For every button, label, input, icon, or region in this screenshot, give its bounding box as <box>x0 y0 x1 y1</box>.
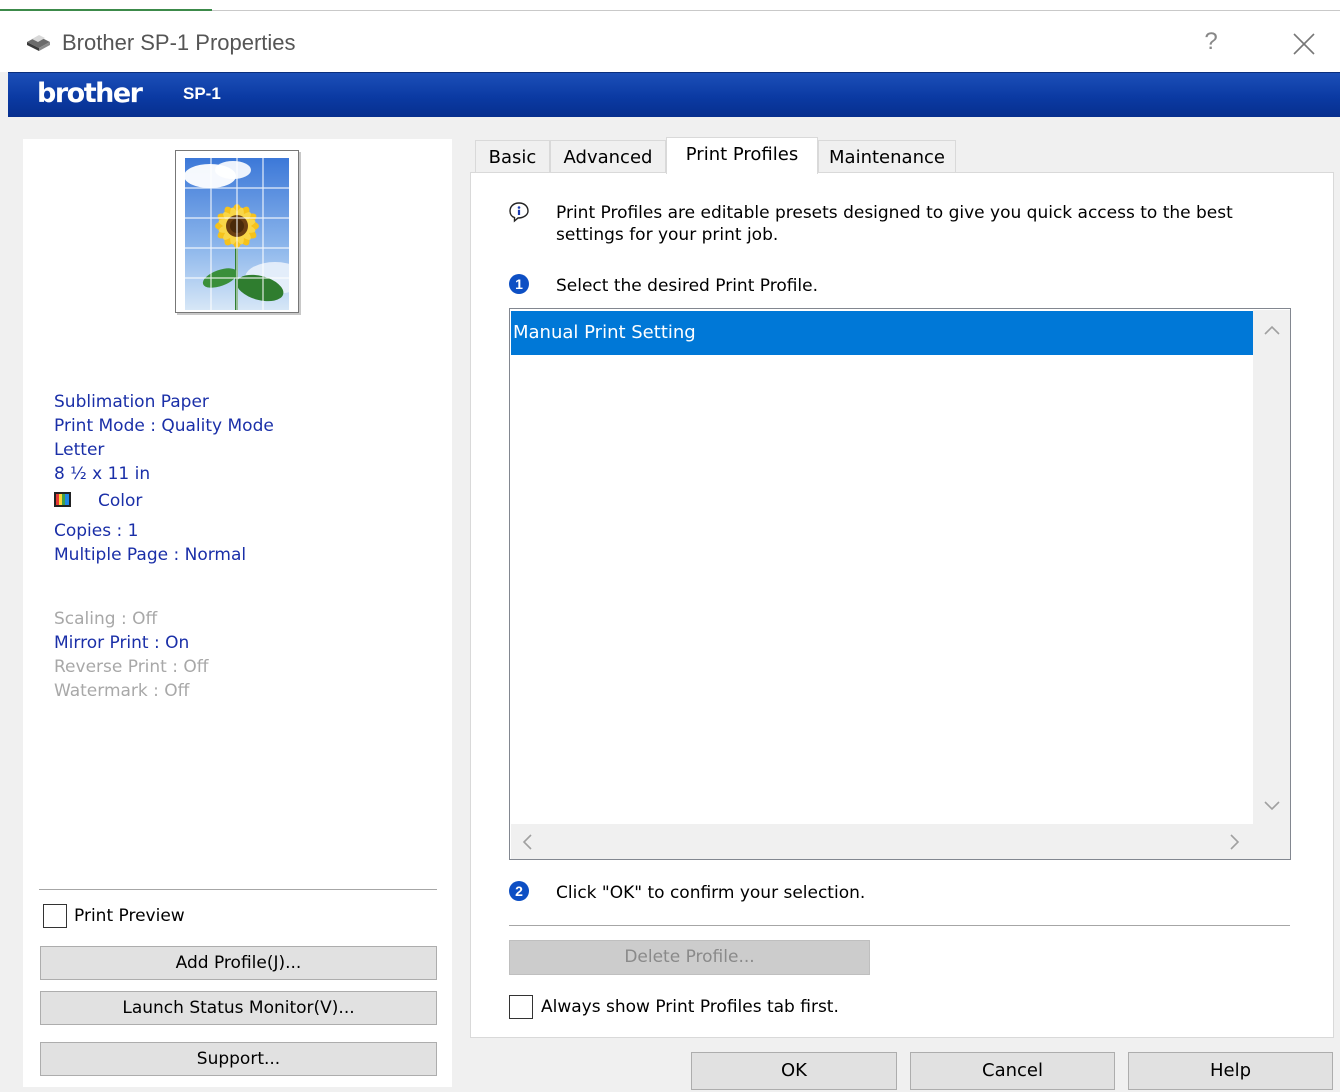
info-icon <box>509 202 529 223</box>
step-1-icon: 1 <box>509 274 529 294</box>
scroll-up-icon[interactable] <box>1263 324 1281 336</box>
help-button[interactable]: Help <box>1128 1052 1333 1090</box>
brother-logo: brother <box>37 78 143 109</box>
help-icon[interactable]: ? <box>1198 28 1224 58</box>
multiple-page: Multiple Page : Normal <box>54 545 247 565</box>
paper-size: Letter <box>54 440 105 460</box>
profile-list[interactable] <box>509 308 1291 860</box>
vertical-scrollbar[interactable] <box>1253 310 1290 824</box>
tab-advanced[interactable]: Advanced <box>550 140 666 173</box>
profiles-divider <box>509 925 1290 926</box>
color-mode-icon <box>54 492 71 507</box>
svg-text:2: 2 <box>515 883 523 899</box>
page-preview <box>175 150 299 313</box>
model-name: SP-1 <box>183 84 221 103</box>
tab-basic[interactable]: Basic <box>475 140 550 173</box>
scroll-left-icon[interactable] <box>521 833 533 851</box>
tab-maintenance[interactable]: Maintenance <box>818 140 956 173</box>
list-item-label: Manual Print Setting <box>513 322 696 343</box>
printer-icon <box>27 35 50 51</box>
tab-print-profiles[interactable]: Print Profiles <box>666 137 818 174</box>
always-show-label: Always show Print Profiles tab first. <box>541 997 839 1017</box>
launch-status-monitor-button[interactable]: Launch Status Monitor(V)... <box>40 991 437 1025</box>
delete-profile-button[interactable]: Delete Profile... <box>509 940 870 975</box>
step-1-label: Select the desired Print Profile. <box>556 276 819 296</box>
mirror-print: Mirror Print : On <box>54 633 190 653</box>
left-divider <box>39 889 437 890</box>
horizontal-scrollbar[interactable] <box>511 824 1253 859</box>
media-type: Sublimation Paper <box>54 392 209 412</box>
svg-text:1: 1 <box>515 276 523 292</box>
paper-dimensions: 8 ½ x 11 in <box>54 464 151 484</box>
always-show-checkbox[interactable] <box>509 995 533 1019</box>
sunflower-preview-image <box>185 158 289 310</box>
scaling: Scaling : Off <box>54 609 158 629</box>
watermark: Watermark : Off <box>54 681 190 701</box>
list-item[interactable]: Manual Print Setting <box>511 311 1253 355</box>
step-2-icon: 2 <box>509 881 529 901</box>
reverse-print: Reverse Print : Off <box>54 657 209 677</box>
print-preview-checkbox[interactable] <box>43 904 67 928</box>
scrollbar-corner <box>1253 824 1290 859</box>
copies: Copies : 1 <box>54 521 139 541</box>
scroll-down-icon[interactable] <box>1263 800 1281 812</box>
print-mode: Print Mode : Quality Mode <box>54 416 274 436</box>
cancel-button[interactable]: Cancel <box>910 1052 1115 1090</box>
add-profile-button[interactable]: Add Profile(J)... <box>40 946 437 980</box>
ok-button[interactable]: OK <box>691 1052 897 1090</box>
scroll-right-icon[interactable] <box>1229 833 1241 851</box>
print-preview-label: Print Preview <box>74 906 185 926</box>
window-top-edge <box>0 0 1340 11</box>
window-title: Brother SP-1 Properties <box>62 30 296 55</box>
close-icon[interactable] <box>1290 30 1318 58</box>
step-2-label: Click "OK" to confirm your selection. <box>556 883 866 903</box>
color-mode: Color <box>98 491 143 511</box>
support-button[interactable]: Support... <box>40 1042 437 1076</box>
intro-text: Print Profiles are editable presets desi… <box>556 203 1233 245</box>
